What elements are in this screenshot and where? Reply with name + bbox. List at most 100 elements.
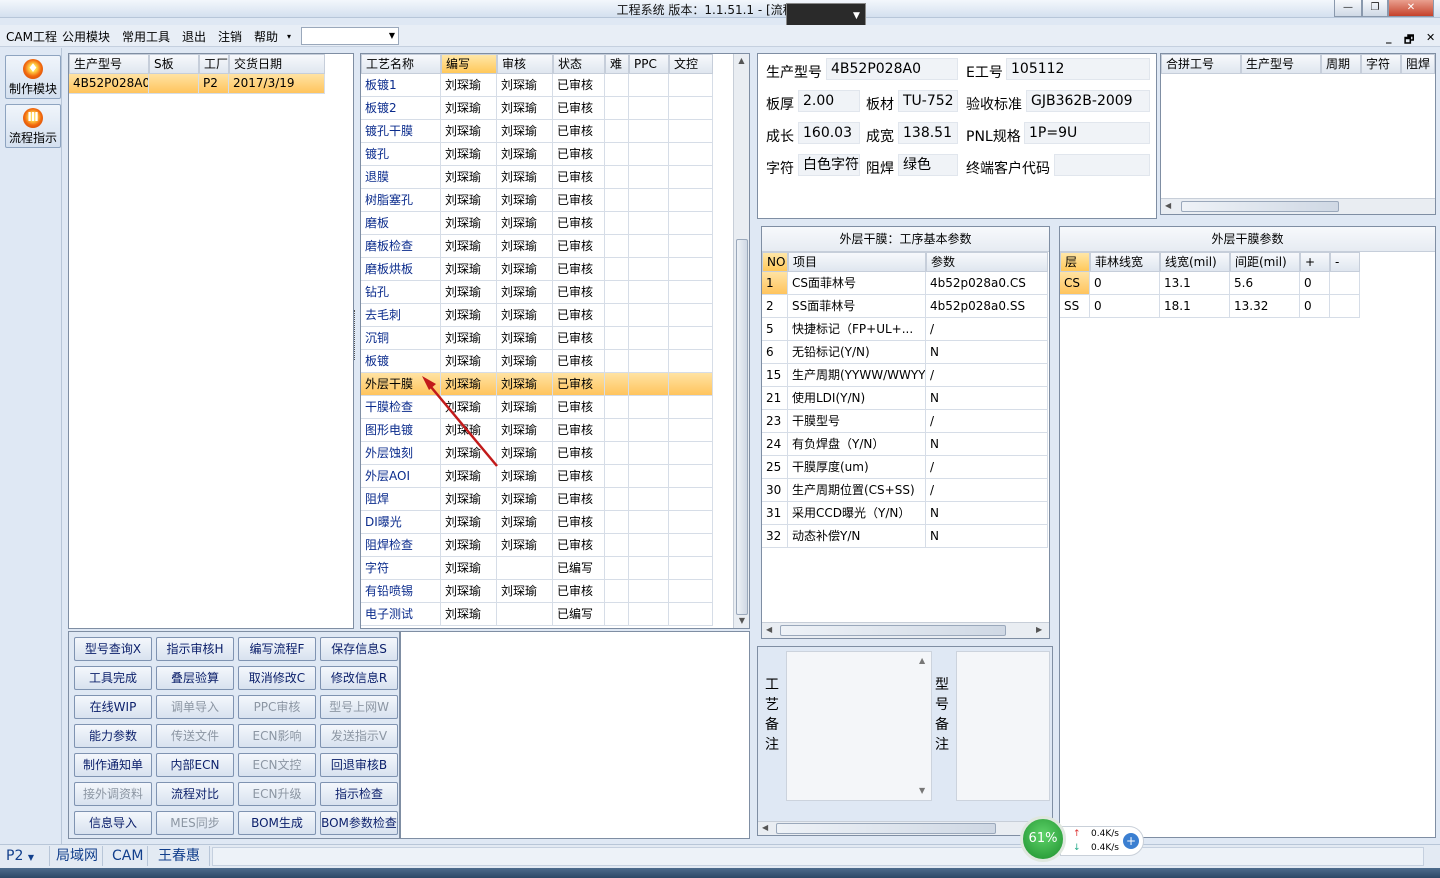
scroll-left-icon[interactable]: ◀: [1165, 201, 1171, 210]
scroll-left-icon[interactable]: ◀: [766, 625, 772, 634]
param-row[interactable]: 5 快捷标记（FP+UL+... /: [762, 318, 1049, 341]
film-cell: [1330, 272, 1360, 295]
blank-panel: [400, 631, 750, 839]
field-char[interactable]: 白色字符: [798, 154, 860, 176]
function-button[interactable]: 型号上网W: [320, 695, 398, 719]
merge-column-header[interactable]: 字符: [1361, 54, 1401, 74]
function-button[interactable]: 指示审核H: [156, 637, 234, 661]
param-cell: 采用CCD曝光（Y/N）: [788, 502, 926, 525]
film-row[interactable]: SS 0 18.1 13.32 0: [1060, 295, 1435, 318]
model-notes-textarea[interactable]: [956, 651, 1050, 801]
down-arrow-icon: ↓: [1073, 843, 1081, 853]
function-button[interactable]: MES同步: [156, 811, 234, 835]
field-standard[interactable]: GJB362B-2009: [1026, 90, 1150, 112]
film-column-header[interactable]: 层: [1060, 252, 1090, 272]
scroll-left-icon[interactable]: ◀: [762, 823, 768, 832]
param-row[interactable]: 23 干膜型号 /: [762, 410, 1049, 433]
function-button[interactable]: 制作通知单: [74, 753, 152, 777]
function-button[interactable]: 在线WIP: [74, 695, 152, 719]
notes-horizontal-scrollbar[interactable]: ◀: [758, 821, 1052, 835]
param-column-header[interactable]: NO: [762, 252, 788, 272]
process-notes-textarea[interactable]: ▲ ▼: [786, 651, 932, 801]
up-arrow-icon: ↑: [1073, 829, 1081, 839]
field-e-no[interactable]: 105112: [1006, 58, 1150, 80]
scrollbar-thumb[interactable]: [776, 823, 996, 834]
function-button[interactable]: 信息导入: [74, 811, 152, 835]
function-button[interactable]: 型号查询X: [74, 637, 152, 661]
function-button[interactable]: 编写流程F: [238, 637, 316, 661]
param-row[interactable]: 21 使用LDI(Y/N) N: [762, 387, 1049, 410]
param-cell: 31: [762, 502, 788, 525]
film-cell: 0: [1090, 295, 1160, 318]
field-pnl[interactable]: 1P=9U: [1024, 122, 1150, 144]
function-button[interactable]: 保存信息S: [320, 637, 398, 661]
param-cell: 23: [762, 410, 788, 433]
film-column-header[interactable]: -: [1330, 252, 1360, 272]
function-button[interactable]: 内部ECN: [156, 753, 234, 777]
function-button[interactable]: PPC审核: [238, 695, 316, 719]
params-horizontal-scrollbar[interactable]: ◀ ▶: [762, 622, 1049, 638]
param-row[interactable]: 25 干膜厚度(um) /: [762, 456, 1049, 479]
function-button[interactable]: 叠层验算: [156, 666, 234, 690]
function-button[interactable]: ECN文控: [238, 753, 316, 777]
param-row[interactable]: 30 生产周期位置(CS+SS) /: [762, 479, 1049, 502]
merge-column-header[interactable]: 周期: [1321, 54, 1361, 74]
function-button[interactable]: ECN影响: [238, 724, 316, 748]
function-button[interactable]: 接外调资料: [74, 782, 152, 806]
film-column-header[interactable]: 菲林线宽: [1090, 252, 1160, 272]
merge-column-header[interactable]: 合拼工号: [1161, 54, 1241, 74]
network-monitor-widget[interactable]: ↑ 0.4K/s ↓ 0.4K/s + 61%: [1020, 816, 1144, 862]
film-cell: 13.1: [1160, 272, 1230, 295]
film-cell: SS: [1060, 295, 1090, 318]
function-button[interactable]: BOM参数检查: [320, 811, 398, 835]
function-button[interactable]: 发送指示V: [320, 724, 398, 748]
param-row[interactable]: 31 采用CCD曝光（Y/N） N: [762, 502, 1049, 525]
film-row[interactable]: CS 0 13.1 5.6 0: [1060, 272, 1435, 295]
param-column-header[interactable]: 项目: [788, 252, 926, 272]
field-material[interactable]: TU-752: [898, 90, 958, 112]
factory-select[interactable]: P2 ▼: [2, 846, 50, 866]
param-row[interactable]: 24 有负焊盘（Y/N） N: [762, 433, 1049, 456]
film-header-row: 层菲林线宽 线宽(mil) 间距(mil) + -: [1060, 252, 1435, 272]
taskbar: [0, 868, 1440, 878]
param-row[interactable]: 1 CS面菲林号 4b52p028a0.CS: [762, 272, 1049, 295]
scrollbar-thumb[interactable]: [780, 625, 1006, 636]
film-column-header[interactable]: +: [1300, 252, 1330, 272]
field-customer[interactable]: [1054, 154, 1150, 176]
scroll-up-icon[interactable]: ▲: [919, 656, 925, 665]
param-row[interactable]: 6 无铅标记(Y/N) N: [762, 341, 1049, 364]
param-cell: 生产周期位置(CS+SS): [788, 479, 926, 502]
field-thickness[interactable]: 2.00: [798, 90, 860, 112]
scrollbar-thumb[interactable]: [1181, 201, 1339, 212]
field-length[interactable]: 160.03: [798, 122, 860, 144]
function-button-panel: 型号查询X 指示审核H 编写流程F 保存信息S 工具完成 叠层验算 取消修改C 修改信息R 在线…: [68, 631, 400, 839]
param-column-header[interactable]: 参数: [926, 252, 1048, 272]
function-button[interactable]: 调单导入: [156, 695, 234, 719]
field-prod-model[interactable]: 4B52P028A0: [826, 58, 958, 80]
function-button[interactable]: 流程对比: [156, 782, 234, 806]
param-row[interactable]: 32 动态补偿Y/N N: [762, 525, 1049, 548]
field-mask[interactable]: 绿色: [898, 154, 958, 176]
function-button[interactable]: 指示检查: [320, 782, 398, 806]
function-button[interactable]: 回退审核B: [320, 753, 398, 777]
function-button[interactable]: 取消修改C: [238, 666, 316, 690]
function-button[interactable]: 传送文件: [156, 724, 234, 748]
scroll-right-icon[interactable]: ▶: [1036, 625, 1042, 634]
film-params-title: 外层干膜参数: [1060, 227, 1435, 252]
param-row[interactable]: 15 生产周期(YYWW/WWYY) /: [762, 364, 1049, 387]
param-row[interactable]: 2 SS面菲林号 4b52p028a0.SS: [762, 295, 1049, 318]
film-column-header[interactable]: 线宽(mil): [1160, 252, 1230, 272]
merge-column-header[interactable]: 阻焊: [1401, 54, 1435, 74]
function-button[interactable]: BOM生成: [238, 811, 316, 835]
plus-icon[interactable]: +: [1123, 833, 1139, 849]
merge-horizontal-scrollbar[interactable]: ◀: [1161, 198, 1435, 214]
field-width[interactable]: 138.51: [898, 122, 958, 144]
function-button[interactable]: 能力参数: [74, 724, 152, 748]
param-cell: 无铅标记(Y/N): [788, 341, 926, 364]
function-button[interactable]: ECN升级: [238, 782, 316, 806]
merge-column-header[interactable]: 生产型号: [1241, 54, 1321, 74]
scroll-down-icon[interactable]: ▼: [919, 786, 925, 795]
film-column-header[interactable]: 间距(mil): [1230, 252, 1300, 272]
function-button[interactable]: 工具完成: [74, 666, 152, 690]
function-button[interactable]: 修改信息R: [320, 666, 398, 690]
